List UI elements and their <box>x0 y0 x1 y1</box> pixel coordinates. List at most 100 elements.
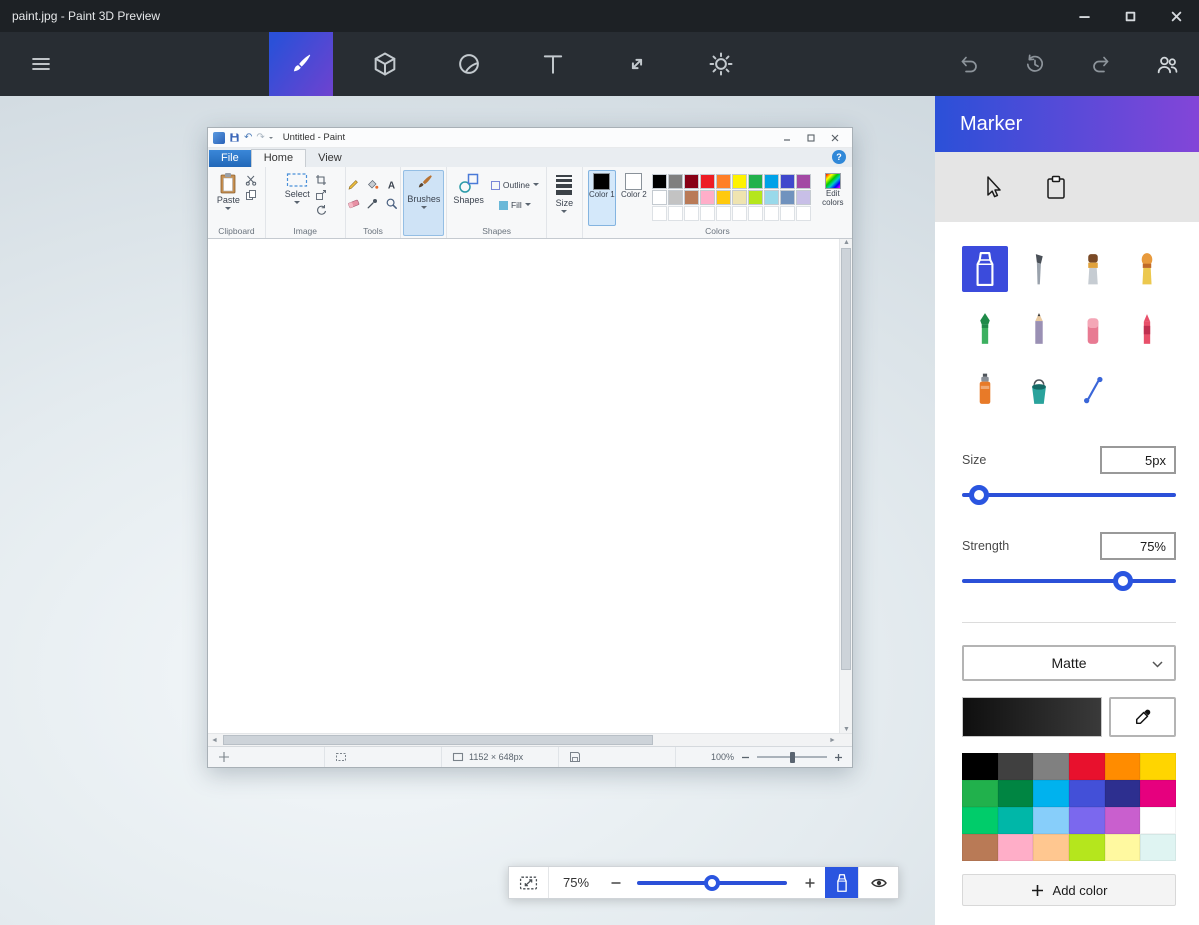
select-tool-button[interactable] <box>975 170 1009 204</box>
redo-button[interactable] <box>1081 44 1121 84</box>
ribbon-color-18 <box>780 190 795 205</box>
panel-color-0[interactable] <box>962 753 998 780</box>
marker-icon <box>970 251 1000 287</box>
finish-dropdown[interactable]: Matte <box>962 645 1176 681</box>
side-panel: Marker <box>935 96 1199 925</box>
brush-spray-can[interactable] <box>962 366 1008 412</box>
active-tool-button[interactable] <box>825 867 858 898</box>
panel-color-19[interactable] <box>998 834 1034 861</box>
eyedropper-button[interactable] <box>1109 697 1176 737</box>
brush-line[interactable] <box>1070 366 1116 412</box>
close-button[interactable] <box>1153 0 1199 32</box>
panel-color-18[interactable] <box>962 834 998 861</box>
tab-canvas[interactable] <box>605 32 669 96</box>
brush-eraser[interactable] <box>1070 306 1116 352</box>
panel-color-17[interactable] <box>1140 807 1176 834</box>
add-color-button[interactable]: Add color <box>962 874 1176 906</box>
scroll-right-icon: ► <box>826 734 839 746</box>
zoom-in-button[interactable] <box>795 867 825 898</box>
group-label-shapes: Shapes <box>447 226 546 238</box>
ribbon-group-image: Select Image <box>266 167 346 238</box>
panel-color-6[interactable] <box>962 780 998 807</box>
zoom-out-button[interactable] <box>603 867 629 898</box>
paste-tool-button[interactable] <box>1039 170 1073 204</box>
edit-colors-icon <box>825 173 841 189</box>
paint-statusbar: 1152 × 648px 100% <box>208 746 852 767</box>
current-color-swatch[interactable] <box>962 697 1102 737</box>
menu-button[interactable] <box>22 46 60 82</box>
panel-color-11[interactable] <box>1140 780 1176 807</box>
panel-color-14[interactable] <box>1033 807 1069 834</box>
rotate-icon <box>315 204 327 216</box>
undo-button[interactable] <box>949 44 989 84</box>
marker-icon <box>833 873 851 893</box>
scroll-down-icon: ▼ <box>840 726 853 733</box>
history-button[interactable] <box>1015 44 1055 84</box>
panel-color-22[interactable] <box>1105 834 1141 861</box>
current-color-row <box>962 697 1176 737</box>
redo-icon <box>1089 52 1113 76</box>
panel-color-21[interactable] <box>1069 834 1105 861</box>
zoom-bar: 75% <box>508 866 899 899</box>
strength-input[interactable] <box>1100 532 1176 560</box>
ribbon-color-8 <box>780 174 795 189</box>
panel-color-3[interactable] <box>1069 753 1105 780</box>
panel-color-8[interactable] <box>1033 780 1069 807</box>
drawing-canvas-area[interactable]: ↶ ↷ Untitled - Paint File Home View ? <box>0 96 935 925</box>
brush-pixel-pen[interactable] <box>962 306 1008 352</box>
panel-color-5[interactable] <box>1140 753 1176 780</box>
panel-color-15[interactable] <box>1069 807 1105 834</box>
ribbon-color-6 <box>748 174 763 189</box>
paint-zoom-slider-thumb <box>790 752 795 763</box>
watercolor-icon <box>1132 251 1162 287</box>
show-original-button[interactable] <box>858 867 898 898</box>
brush-watercolor[interactable] <box>1124 246 1170 292</box>
maximize-button[interactable] <box>1107 0 1153 32</box>
panel-color-2[interactable] <box>1033 753 1069 780</box>
dropdown-arrow-icon <box>533 183 539 189</box>
ribbon-color-3 <box>700 174 715 189</box>
ribbon-color-empty-0 <box>652 206 667 221</box>
panel-color-9[interactable] <box>1069 780 1105 807</box>
ribbon-color-empty-5 <box>732 206 747 221</box>
minimize-button[interactable] <box>1061 0 1107 32</box>
scroll-up-icon: ▲ <box>840 239 853 246</box>
zoom-slider[interactable] <box>637 867 787 898</box>
size-input[interactable] <box>1100 446 1176 474</box>
ribbon-color-14 <box>716 190 731 205</box>
people-button[interactable] <box>1147 44 1187 84</box>
brush-fill[interactable] <box>1016 366 1062 412</box>
paint-zoom-slider <box>757 751 827 763</box>
panel-color-1[interactable] <box>998 753 1034 780</box>
fit-screen-button[interactable] <box>509 867 549 898</box>
zoom-slider-thumb[interactable] <box>704 875 720 891</box>
titlebar: paint.jpg - Paint 3D Preview <box>0 0 1199 32</box>
svg-text:A: A <box>388 180 395 191</box>
size-slider[interactable] <box>962 484 1176 506</box>
zoom-value: 75% <box>549 867 603 898</box>
oil-brush-icon <box>1078 251 1108 287</box>
tab-stickers[interactable] <box>437 32 501 96</box>
brush-calligraphy-pen[interactable] <box>1016 246 1062 292</box>
tab-text[interactable] <box>521 32 585 96</box>
strength-slider-thumb[interactable] <box>1113 571 1133 591</box>
brush-crayon[interactable] <box>1124 306 1170 352</box>
panel-color-4[interactable] <box>1105 753 1141 780</box>
brush-pencil[interactable] <box>1016 306 1062 352</box>
brush-oil-brush[interactable] <box>1070 246 1116 292</box>
panel-color-12[interactable] <box>962 807 998 834</box>
panel-color-16[interactable] <box>1105 807 1141 834</box>
size-slider-thumb[interactable] <box>969 485 989 505</box>
strength-slider[interactable] <box>962 570 1176 592</box>
ribbon-color-4 <box>716 174 731 189</box>
brush-marker[interactable] <box>962 246 1008 292</box>
panel-color-20[interactable] <box>1033 834 1069 861</box>
panel-color-7[interactable] <box>998 780 1034 807</box>
panel-color-23[interactable] <box>1140 834 1176 861</box>
tab-effects[interactable] <box>689 32 753 96</box>
panel-color-13[interactable] <box>998 807 1034 834</box>
tab-3d-shapes[interactable] <box>353 32 417 96</box>
panel-color-10[interactable] <box>1105 780 1141 807</box>
tab-brushes[interactable] <box>269 32 333 96</box>
zoom-in-icon <box>833 752 844 763</box>
